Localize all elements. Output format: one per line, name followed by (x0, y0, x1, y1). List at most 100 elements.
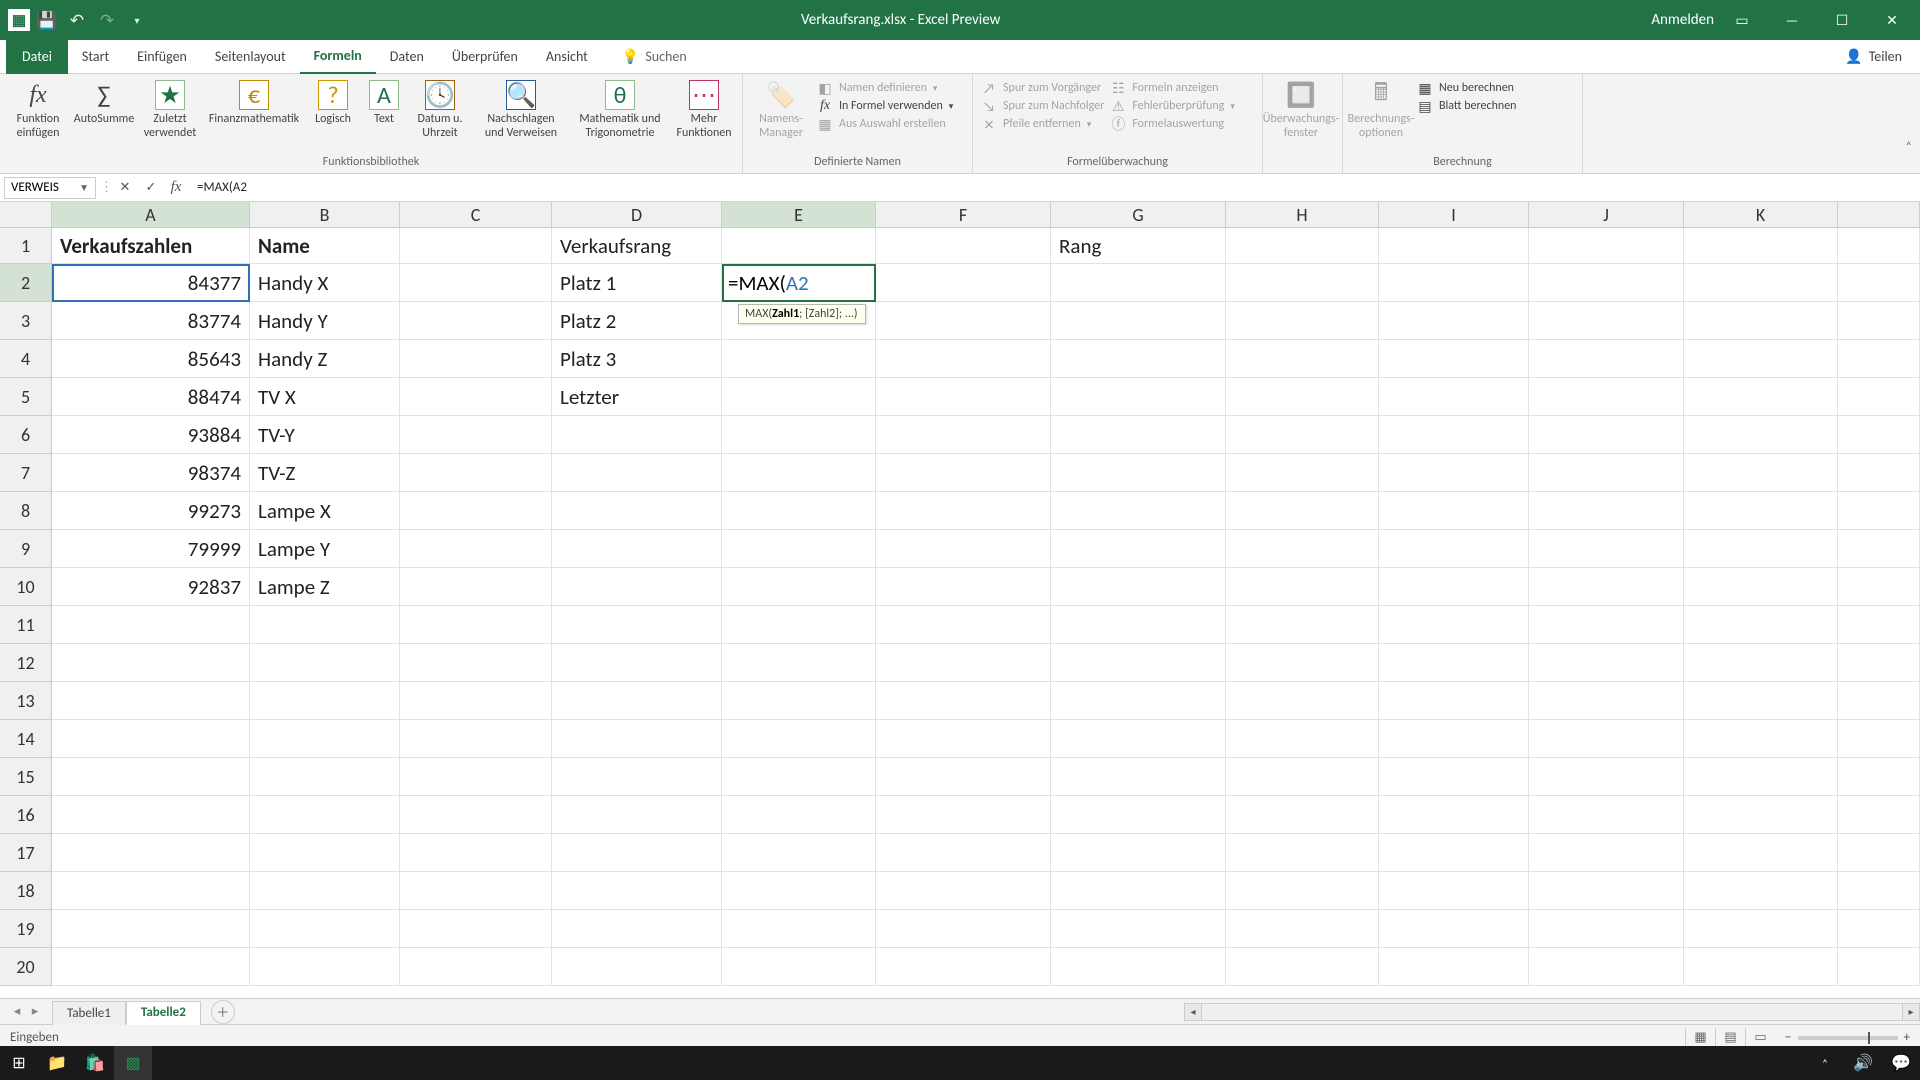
cell[interactable] (1838, 228, 1920, 264)
cell[interactable] (1684, 492, 1838, 530)
cell[interactable]: 85643 (52, 340, 250, 378)
minimize-icon[interactable]: — (1770, 0, 1814, 40)
cell[interactable] (1226, 834, 1379, 872)
scroll-right-icon[interactable]: ▸ (1902, 1003, 1920, 1021)
sheet-nav-last-icon[interactable]: ▸ (28, 1004, 42, 1019)
cell[interactable]: Lampe Y (250, 530, 400, 568)
tray-up-icon[interactable]: ˄ (1806, 1046, 1844, 1080)
math-button[interactable]: θMathematik und Trigonometrie (572, 78, 668, 140)
cell[interactable] (1051, 872, 1226, 910)
cell[interactable] (1379, 378, 1529, 416)
cell[interactable] (1684, 796, 1838, 834)
cell[interactable] (1684, 302, 1838, 340)
cell[interactable] (400, 644, 552, 682)
cell[interactable] (1226, 416, 1379, 454)
cell[interactable] (876, 302, 1051, 340)
row-header[interactable]: 16 (0, 796, 52, 834)
cell[interactable] (722, 568, 876, 606)
cell[interactable] (1838, 720, 1920, 758)
cell[interactable] (1051, 644, 1226, 682)
cell[interactable]: 79999 (52, 530, 250, 568)
cell[interactable] (1379, 834, 1529, 872)
col-header-H[interactable]: H (1226, 202, 1379, 228)
col-header-J[interactable]: J (1529, 202, 1684, 228)
cell[interactable] (1529, 228, 1684, 264)
cell[interactable] (876, 264, 1051, 302)
cell[interactable] (1226, 340, 1379, 378)
cell[interactable]: 84377 (52, 264, 250, 302)
cell[interactable] (1684, 758, 1838, 796)
cell[interactable] (1684, 644, 1838, 682)
cell[interactable] (1226, 720, 1379, 758)
tab-data[interactable]: Daten (376, 40, 438, 74)
row-header[interactable]: 19 (0, 910, 52, 948)
cell[interactable] (876, 378, 1051, 416)
cell[interactable] (1226, 872, 1379, 910)
cell[interactable] (1684, 530, 1838, 568)
cell[interactable] (1379, 454, 1529, 492)
cell[interactable]: 92837 (52, 568, 250, 606)
horizontal-scrollbar[interactable]: ◂ ▸ (1184, 1003, 1920, 1021)
cell[interactable] (52, 948, 250, 986)
view-normal-icon[interactable]: ▦ (1685, 1028, 1715, 1048)
cell[interactable] (876, 948, 1051, 986)
cell[interactable] (52, 796, 250, 834)
datetime-button[interactable]: 🕓Datum u. Uhrzeit (410, 78, 470, 140)
cell[interactable] (1226, 264, 1379, 302)
cell[interactable] (400, 302, 552, 340)
recent-button[interactable]: ★Zuletzt verwendet (140, 78, 200, 140)
cell[interactable] (1226, 758, 1379, 796)
cell[interactable] (876, 720, 1051, 758)
row-header[interactable]: 6 (0, 416, 52, 454)
cell[interactable] (1838, 416, 1920, 454)
cell[interactable] (722, 720, 876, 758)
cell[interactable] (722, 682, 876, 720)
cell[interactable] (722, 834, 876, 872)
cell[interactable] (552, 834, 722, 872)
cell[interactable] (552, 568, 722, 606)
cell[interactable] (1051, 302, 1226, 340)
row-header[interactable]: 4 (0, 340, 52, 378)
cell[interactable] (400, 682, 552, 720)
cell[interactable]: TV X (250, 378, 400, 416)
row-header[interactable]: 7 (0, 454, 52, 492)
cell[interactable] (1379, 416, 1529, 454)
cell[interactable] (552, 454, 722, 492)
cell[interactable] (52, 644, 250, 682)
cell[interactable]: Letzter (552, 378, 722, 416)
insert-function-button[interactable]: fxFunktion einfügen (8, 78, 68, 140)
cell[interactable] (250, 910, 400, 948)
cell[interactable] (1838, 264, 1920, 302)
cell[interactable] (1051, 910, 1226, 948)
row-header[interactable]: 14 (0, 720, 52, 758)
cell[interactable] (1379, 872, 1529, 910)
cell[interactable] (1051, 340, 1226, 378)
cell[interactable] (1838, 682, 1920, 720)
cell-grid[interactable]: A B C D E F G H I J K 1VerkaufszahlenNam… (0, 202, 1920, 998)
cell[interactable] (1684, 834, 1838, 872)
tell-me-search[interactable]: 💡 Suchen (622, 48, 687, 65)
name-box[interactable]: VERWEIS▼ (4, 177, 96, 199)
cell[interactable] (1051, 834, 1226, 872)
cell[interactable] (250, 796, 400, 834)
cell[interactable] (1838, 302, 1920, 340)
financial-button[interactable]: €Finanzmathematik (206, 78, 302, 126)
cell[interactable] (1529, 340, 1684, 378)
row-header[interactable]: 3 (0, 302, 52, 340)
row-header[interactable]: 20 (0, 948, 52, 986)
trace-precedents-button[interactable]: ↗Spur zum Vorgänger (981, 80, 1104, 96)
cell[interactable] (1051, 416, 1226, 454)
calc-options-button[interactable]: 🖩Berechnungs- optionen (1351, 78, 1411, 140)
tab-formulas[interactable]: Formeln (300, 40, 376, 74)
cell[interactable] (400, 606, 552, 644)
more-functions-button[interactable]: ⋯Mehr Funktionen (674, 78, 734, 140)
cell[interactable] (876, 416, 1051, 454)
cell[interactable] (1684, 720, 1838, 758)
cell[interactable] (1684, 872, 1838, 910)
sheet-nav-first-icon[interactable]: ◂ (10, 1004, 24, 1019)
cell[interactable] (1379, 758, 1529, 796)
cell[interactable] (1838, 568, 1920, 606)
cell[interactable] (552, 682, 722, 720)
cell[interactable] (1051, 682, 1226, 720)
cell[interactable]: Rang (1051, 228, 1226, 264)
